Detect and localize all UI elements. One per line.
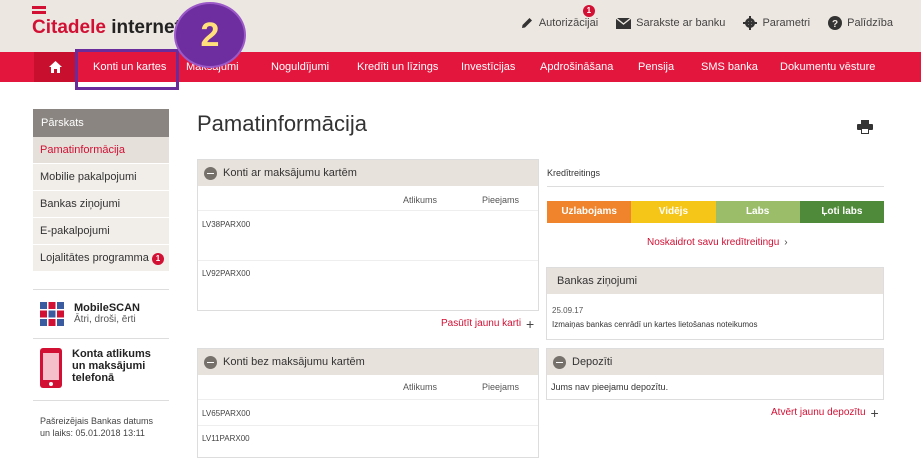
account-number[interactable]: LV92PARX00 [202, 269, 250, 278]
column-available: Pieejams [482, 195, 520, 205]
check-credit-rating-label: Noskaidrot savu kredītreitingu [647, 237, 780, 248]
sidebar-divider [33, 338, 169, 339]
panel-title: Konti bez maksājumu kartēm [223, 356, 365, 368]
rating-good: Labs [715, 201, 800, 223]
sidebar-menu: Pamatinformācija Mobilie pakalpojumi Ban… [33, 137, 169, 272]
panel-header[interactable]: Konti bez maksājumu kartēm [198, 349, 538, 375]
collapse-icon [204, 355, 217, 369]
panel-header[interactable]: Depozīti [547, 349, 883, 375]
mobilescan-subtitle: Ātri, droši, ērti [74, 314, 136, 325]
open-deposit-label: Atvērt jaunu depozītu [771, 407, 866, 418]
no-deposits-text: Jums nav pieejamu depozītu. [551, 382, 669, 392]
sidebar-divider [33, 400, 169, 401]
phone-promo-line2: un maksājumi [72, 360, 146, 372]
svg-text:?: ? [832, 19, 838, 30]
check-credit-rating-link[interactable]: Noskaidrot savu kredītreitingu › [647, 237, 788, 248]
sidebar: Pārskats Pamatinformācija Mobilie pakalp… [33, 109, 169, 272]
bank-messages-panel: Bankas ziņojumi [546, 267, 884, 340]
account-number[interactable]: LV38PARX00 [202, 220, 250, 229]
sidebar-item-mobile-services[interactable]: Mobilie pakalpojumi [33, 164, 169, 191]
help-label: Palīdzība [847, 17, 893, 29]
column-balance: Atlikums [403, 382, 438, 392]
phone-promo-line3: telefonā [72, 372, 115, 384]
loyalty-badge: 1 [152, 253, 164, 265]
highlight-frame [75, 49, 179, 90]
sidebar-item-loyalty-label: Lojalitātes programma [40, 252, 149, 264]
panel-header: Bankas ziņojumi [547, 268, 883, 294]
nav-pension[interactable]: Pensija [638, 52, 674, 82]
nav-investments[interactable]: Investīcijas [461, 52, 515, 82]
pencil-icon [521, 18, 532, 28]
rating-improvable: Uzlabojams [547, 201, 632, 223]
top-header: Citadele internetba Autorizācijai 1 Sara… [0, 0, 921, 52]
rating-very-good: Ļoti labs [799, 201, 884, 223]
step-number-badge: 2 [174, 2, 246, 68]
phone-icon [40, 348, 62, 388]
panel-title: Depozīti [572, 356, 613, 368]
nav-credits-leasing[interactable]: Kredīti un līzings [357, 52, 438, 82]
account-number[interactable]: LV65PARX00 [202, 409, 250, 418]
authorization-link[interactable]: Autorizācijai 1 [520, 5, 599, 30]
column-balance: Atlikums [403, 195, 438, 205]
nav-insurance[interactable]: Apdrošināšana [540, 52, 613, 82]
sidebar-item-bank-messages[interactable]: Bankas ziņojumi [33, 191, 169, 218]
sidebar-heading: Pārskats [33, 109, 169, 137]
logo-mark-icon [32, 6, 46, 14]
plus-icon: + [526, 315, 535, 332]
accounts-without-cards-panel: Konti bez maksājumu kartēm Atlikums Piee… [197, 348, 539, 458]
chevron-right-icon: › [784, 237, 788, 248]
accounts-with-cards-panel: Konti ar maksājumu kartēm Atlikums Pieej… [197, 159, 539, 311]
settings-label: Parametri [762, 17, 811, 29]
news-item-link[interactable]: Izmaiņas bankas cenrādī un kartes lietoš… [552, 320, 757, 329]
plus-icon: + [870, 404, 879, 421]
open-deposit-link[interactable]: Atvērt jaunu depozītu + [771, 404, 879, 421]
sidebar-divider [33, 289, 169, 290]
order-new-card-link[interactable]: Pasūtīt jaunu karti + [441, 315, 535, 332]
column-available: Pieejams [482, 382, 520, 392]
home-button[interactable] [34, 52, 76, 82]
nav-sms-bank[interactable]: SMS banka [701, 52, 758, 82]
credit-rating-label: Kredītreitings [547, 168, 601, 178]
envelope-icon [616, 17, 632, 29]
mobilescan-title: MobileSCAN [74, 302, 140, 314]
print-icon[interactable] [857, 120, 873, 134]
collapse-icon [553, 355, 566, 369]
deposits-panel: Depozīti [546, 348, 884, 400]
messages-link[interactable]: Sarakste ar banku [616, 17, 725, 29]
credit-rating-scale: Uzlabojams Vidējs Labs Ļoti labs [547, 201, 884, 223]
logo-text-red: Citadele [32, 17, 106, 38]
collapse-icon [204, 166, 217, 180]
phone-promo-line1: Konta atlikums [72, 348, 151, 360]
sidebar-item-e-services[interactable]: E-pakalpojumi [33, 218, 169, 245]
header-actions: Autorizācijai 1 Sarakste ar banku Parame… [520, 5, 893, 30]
panel-title: Konti ar maksājumu kartēm [223, 167, 357, 179]
panel-title: Bankas ziņojumi [557, 275, 638, 287]
help-link[interactable]: ? Palīdzība [828, 16, 893, 30]
mobilescan-promo[interactable]: MobileSCAN Ātri, droši, ērti [40, 302, 140, 326]
order-new-card-label: Pasūtīt jaunu karti [441, 318, 522, 329]
home-icon [48, 61, 62, 73]
news-date: 25.09.17 [552, 306, 584, 315]
rating-average: Vidējs [631, 201, 716, 223]
messages-label: Sarakste ar banku [636, 17, 726, 29]
sidebar-item-basic-info[interactable]: Pamatinformācija [33, 137, 169, 164]
authorization-badge: 1 [582, 5, 595, 17]
authorization-label: Autorizācijai [538, 17, 599, 29]
help-icon: ? [828, 16, 843, 30]
gear-icon [743, 16, 758, 30]
panel-header[interactable]: Konti ar maksājumu kartēm [198, 160, 538, 186]
nav-document-history[interactable]: Dokumentu vēsture [780, 52, 875, 82]
bank-date-info: Pašreizējais Bankas datums un laiks: 05.… [40, 415, 170, 439]
phone-balance-promo[interactable]: Konta atlikums un maksājumi telefonā [40, 348, 151, 388]
page-title: Pamatinformācija [197, 111, 367, 136]
nav-deposits[interactable]: Noguldījumi [271, 52, 329, 82]
citadele-logo[interactable]: Citadele internetba [32, 6, 203, 38]
bank-date-line1: Pašreizējais Bankas datums [40, 416, 154, 426]
settings-link[interactable]: Parametri [743, 16, 810, 30]
mobilescan-icon [40, 302, 64, 326]
sidebar-item-loyalty[interactable]: Lojalitātes programma 1 [33, 245, 169, 272]
bank-date-line2: un laiks: 05.01.2018 13:11 [40, 428, 145, 438]
account-number[interactable]: LV11PARX00 [202, 434, 250, 443]
